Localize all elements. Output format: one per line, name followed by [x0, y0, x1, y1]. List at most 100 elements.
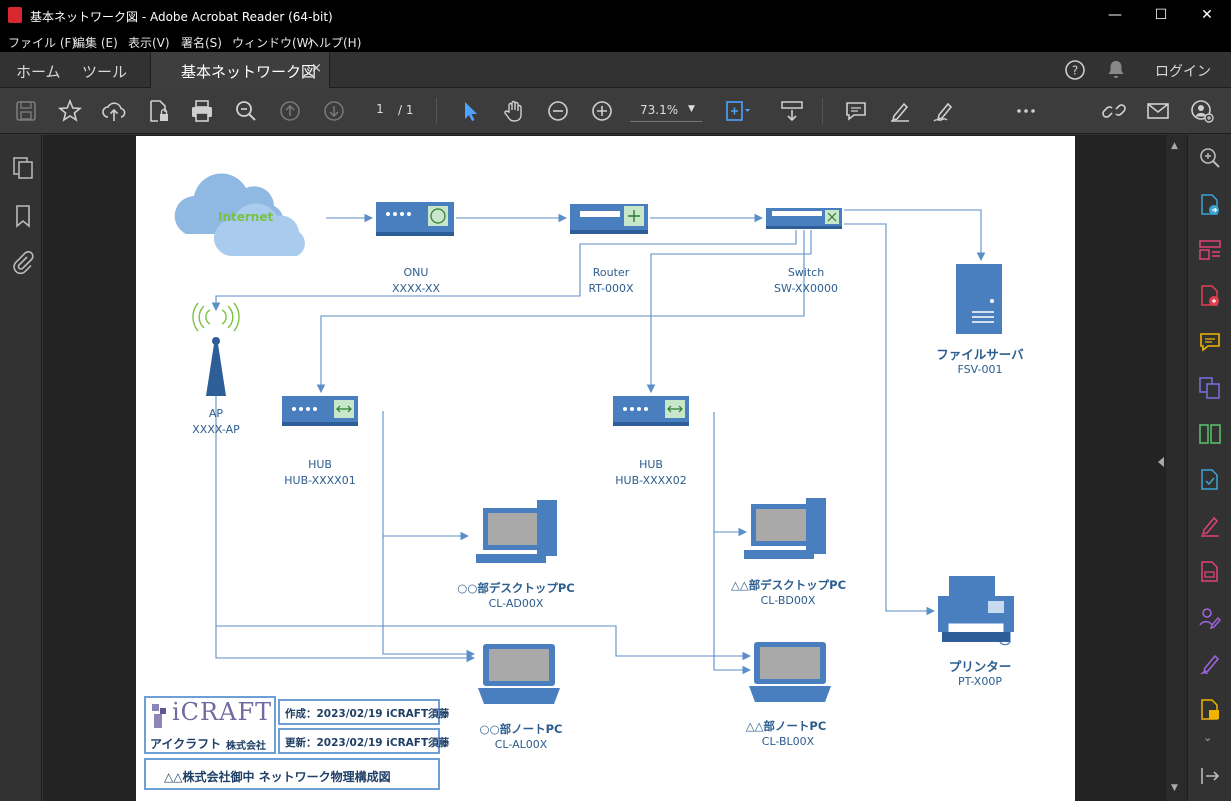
- network-diagram-canvas: [174, 173, 1014, 704]
- onu-device-icon: [376, 202, 454, 236]
- notebook1-name: ○○部ノートPC: [479, 722, 563, 736]
- desktop1-id: CL-AD00X: [488, 597, 544, 610]
- share-link-icon[interactable]: [1100, 97, 1128, 125]
- link-hub2-desk2: [713, 412, 748, 537]
- attachment-paperclip-icon[interactable]: [10, 249, 36, 275]
- notification-bell-icon[interactable]: [1104, 58, 1128, 82]
- menu-edit[interactable]: 編集 (E): [73, 34, 118, 51]
- internet-label: Internet: [218, 210, 274, 224]
- organize-pages-icon[interactable]: [1197, 237, 1223, 263]
- link-hub1-desk1: [382, 411, 470, 541]
- link-switch-hub2: [646, 230, 812, 394]
- tab-close-icon[interactable]: ×: [311, 61, 322, 76]
- printer-id: PT-X00P: [958, 675, 1002, 688]
- menu-sign[interactable]: 署名(S): [181, 34, 222, 51]
- rail-scroll-down-icon[interactable]: ⌄: [1203, 731, 1212, 744]
- collapse-tools-panel-icon[interactable]: [1197, 763, 1223, 789]
- ap-name: AP: [208, 407, 224, 420]
- request-signature-icon[interactable]: [1197, 605, 1223, 631]
- hand-tool-icon[interactable]: [500, 97, 528, 125]
- page-thumbnails-icon[interactable]: [10, 155, 36, 181]
- bookmark-icon[interactable]: [10, 203, 36, 229]
- scroll-up-icon[interactable]: ▲: [1171, 141, 1178, 151]
- optimize-pdf-icon[interactable]: [1197, 467, 1223, 493]
- tab-document-label: 基本ネットワーク図: [181, 63, 317, 81]
- server-id: FSV-001: [957, 363, 1003, 376]
- select-cursor-icon[interactable]: [456, 97, 484, 125]
- svg-text:?: ?: [1072, 64, 1078, 78]
- add-user-icon[interactable]: [1188, 97, 1216, 125]
- fill-sign-icon[interactable]: [1197, 513, 1223, 539]
- comment-tool-icon[interactable]: [1197, 329, 1223, 355]
- email-icon[interactable]: [1144, 97, 1172, 125]
- tab-home[interactable]: ホーム: [16, 61, 61, 82]
- left-navigation-rail: [0, 135, 56, 801]
- tab-document[interactable]: 基本ネットワーク図 ×: [150, 52, 330, 88]
- right-tools-rail: ⌄: [1187, 135, 1231, 801]
- switch-name: Switch: [787, 266, 825, 279]
- compare-files-icon[interactable]: [1197, 421, 1223, 447]
- printer-icon: [938, 576, 1014, 646]
- tab-tools[interactable]: ツール: [82, 61, 127, 82]
- zoom-out-icon[interactable]: [544, 97, 572, 125]
- next-page-icon[interactable]: [320, 97, 348, 125]
- toolbar-divider: [822, 98, 823, 124]
- vertical-scrollbar[interactable]: ▲ ▼: [1158, 135, 1187, 801]
- menu-window[interactable]: ウィンドウ(W): [232, 34, 313, 51]
- certificate-pen-icon[interactable]: [1197, 651, 1223, 677]
- acrobat-app-icon: [8, 7, 22, 23]
- menu-view[interactable]: 表示(V): [128, 34, 170, 51]
- login-button[interactable]: ログイン: [1155, 61, 1211, 81]
- zoom-search-icon[interactable]: [232, 97, 260, 125]
- notebook-pc-1-icon: [478, 644, 560, 704]
- minimize-button[interactable]: —: [1092, 0, 1138, 30]
- stamp-note-icon[interactable]: [1197, 697, 1223, 723]
- close-window-button[interactable]: ✕: [1184, 0, 1230, 30]
- desktop1-name: ○○部デスクトップPC: [457, 581, 575, 595]
- main-toolbar: 1 / 1 73.1% ▼: [0, 88, 1231, 134]
- scroll-down-icon[interactable]: ▼: [1171, 783, 1178, 793]
- more-tools-icon[interactable]: [1012, 97, 1040, 125]
- previous-page-icon[interactable]: [276, 97, 304, 125]
- send-for-review-icon[interactable]: [1197, 559, 1223, 585]
- upload-cloud-icon[interactable]: [100, 97, 128, 125]
- updated-info: 更新：2023/02/19 iCRAFT須藤: [285, 737, 450, 749]
- page-number-input[interactable]: 1: [366, 102, 394, 120]
- enhance-scan-search-icon[interactable]: [1197, 145, 1223, 171]
- created-info-box: 作成：2023/02/19 iCRAFT須藤: [278, 699, 449, 725]
- pdf-page: Internet ONU XXXX-XX Router RT-000X Swit…: [136, 136, 1075, 801]
- menu-file[interactable]: ファイル (F): [8, 34, 76, 51]
- protect-file-icon[interactable]: [144, 97, 172, 125]
- diagram-caption-box: △△株式会社御中 ネットワーク物理構成図: [144, 758, 440, 790]
- desktop-pc-2-icon: [744, 498, 826, 559]
- comment-icon[interactable]: [842, 97, 870, 125]
- help-icon[interactable]: ?: [1063, 58, 1087, 82]
- company-logo-box: iCRAFT アイクラフト 株式会社: [144, 696, 276, 754]
- fit-page-icon[interactable]: [722, 97, 750, 125]
- hub2-id: HUB-XXXX02: [615, 474, 687, 487]
- export-pdf-icon[interactable]: [1197, 192, 1223, 218]
- combine-files-icon[interactable]: [1197, 375, 1223, 401]
- create-pdf-icon[interactable]: [1197, 283, 1223, 309]
- desktop2-id: CL-BD00X: [760, 594, 816, 607]
- updated-info-box: 更新：2023/02/19 iCRAFT須藤: [278, 728, 449, 754]
- highlight-pen-icon[interactable]: [886, 97, 914, 125]
- zoom-level-select[interactable]: 73.1% ▼: [630, 100, 702, 122]
- expand-right-panel-icon[interactable]: [1158, 457, 1164, 467]
- save-icon[interactable]: [12, 97, 40, 125]
- link-switch-printer: [844, 223, 936, 616]
- scroll-mode-icon[interactable]: [778, 97, 806, 125]
- printer-name: プリンター: [948, 659, 1012, 674]
- switch-device-icon: [766, 208, 842, 229]
- tab-bar: ホーム ツール 基本ネットワーク図 × ? ログイン: [0, 52, 1231, 88]
- file-server-icon: [956, 264, 1002, 334]
- maximize-button[interactable]: ☐: [1138, 0, 1184, 30]
- notebook2-id: CL-BL00X: [761, 735, 815, 748]
- page-total: / 1: [398, 103, 414, 117]
- bookmark-star-icon[interactable]: [56, 97, 84, 125]
- sign-pen-icon[interactable]: [930, 97, 958, 125]
- menu-help[interactable]: ヘルプ(H): [307, 34, 361, 51]
- print-icon[interactable]: [188, 97, 216, 125]
- zoom-in-icon[interactable]: [588, 97, 616, 125]
- server-name: ファイルサーバ: [936, 347, 1024, 362]
